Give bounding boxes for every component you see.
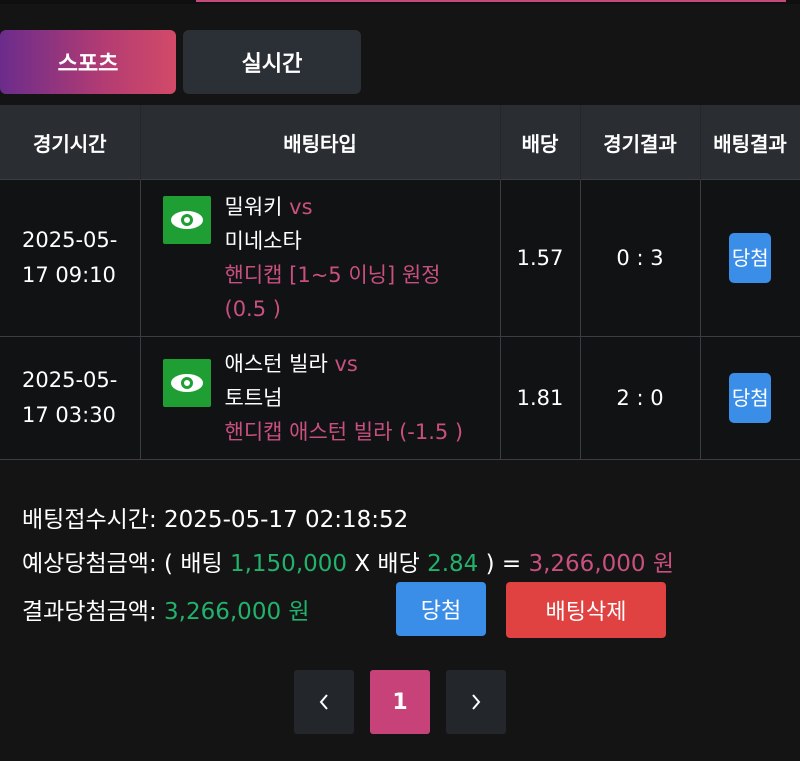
result-badge: 당첨 <box>729 373 772 423</box>
match-score: 2 : 0 <box>579 336 701 460</box>
header-match-result: 경기결과 <box>580 105 701 180</box>
receipt-time-line: 배팅접수시간: 2025-05-17 02:18:52 <box>22 500 408 534</box>
bet-type-cell: 애스턴 빌라 vs 토트넘 핸디캡 애스턴 빌라 (-1.5 ) <box>139 336 501 460</box>
vs-label: vs <box>289 195 313 219</box>
table-row: 2025-05- 17 03:30 애스턴 빌라 vs 토트넘 핸디캡 애스턴 … <box>0 336 800 460</box>
team-home: 애스턴 빌라 <box>224 352 328 376</box>
expected-amount: 3,266,000 원 <box>528 551 674 577</box>
delete-bet-button[interactable]: 배팅삭제 <box>506 582 666 638</box>
vs-label: vs <box>334 352 358 376</box>
match-time: 2025-05- 17 03:30 <box>0 336 141 460</box>
result-winnings-line: 결과당첨금액: 3,266,000 원 <box>22 592 310 626</box>
bet-result-cell: 당첨 <box>699 179 800 337</box>
expected-label: 예상당첨금액: <box>22 551 157 577</box>
match-time: 2025-05- 17 09:10 <box>0 179 141 337</box>
bet-result-cell: 당첨 <box>699 336 800 460</box>
bet-pick-line: (0.5 ) <box>224 297 281 321</box>
result-badge: 당첨 <box>729 233 772 283</box>
table-header-row: 경기시간 배팅타입 배당 경기결과 배팅결과 <box>0 105 800 180</box>
result-label: 결과당첨금액: <box>22 599 157 625</box>
tab-live[interactable]: 실시간 <box>183 30 361 94</box>
next-page-button[interactable] <box>446 670 506 734</box>
header-bet-type: 배팅타입 <box>140 105 501 180</box>
eye-icon[interactable] <box>162 359 211 407</box>
odds-label: 배당 <box>377 551 420 577</box>
chevron-right-icon <box>472 694 481 710</box>
top-divider <box>0 0 800 4</box>
prev-page-button[interactable] <box>294 670 354 734</box>
header-bet-result: 배팅결과 <box>700 105 800 180</box>
expected-winnings-line: 예상당첨금액: ( 배팅 1,150,000 X 배당 2.84 ) = 3,2… <box>22 551 674 577</box>
bet-pick: 핸디캡 애스턴 빌라 (-1.5 ) <box>224 420 464 444</box>
bet-type-cell: 밀워키 vs 미네소타 핸디캡 [1~5 이닝] 원정 (0.5 ) <box>139 179 501 337</box>
receipt-time: 2025-05-17 02:18:52 <box>164 507 409 533</box>
odds-value: 1.57 <box>499 179 581 337</box>
result-amount: 3,266,000 원 <box>164 599 310 625</box>
bet-history-table: 경기시간 배팅타입 배당 경기결과 배팅결과 2025-05- 17 09:10… <box>0 105 800 460</box>
header-match-time: 경기시간 <box>0 105 141 180</box>
tab-sports[interactable]: 스포츠 <box>0 30 176 94</box>
bet-amount: 1,150,000 <box>229 551 348 577</box>
match-score: 0 : 3 <box>579 179 701 337</box>
team-away: 토트넘 <box>224 386 283 410</box>
page-number-current[interactable]: 1 <box>370 670 430 734</box>
odds-value: 1.81 <box>499 336 581 460</box>
total-odds: 2.84 <box>427 551 479 577</box>
table-row: 2025-05- 17 09:10 밀워키 vs 미네소타 핸디캡 [1~5 이… <box>0 179 800 337</box>
bet-pick: 핸디캡 [1~5 이닝] 원정 <box>224 263 441 287</box>
top-accent-line <box>196 0 786 2</box>
win-button[interactable]: 당첨 <box>396 582 486 636</box>
chevron-left-icon <box>319 694 328 710</box>
team-home: 밀워키 <box>224 195 283 219</box>
receipt-label: 배팅접수시간: <box>22 507 157 533</box>
header-odds: 배당 <box>500 105 581 180</box>
eye-icon[interactable] <box>162 196 211 244</box>
team-away: 미네소타 <box>224 229 302 253</box>
bet-label: 배팅 <box>180 551 223 577</box>
